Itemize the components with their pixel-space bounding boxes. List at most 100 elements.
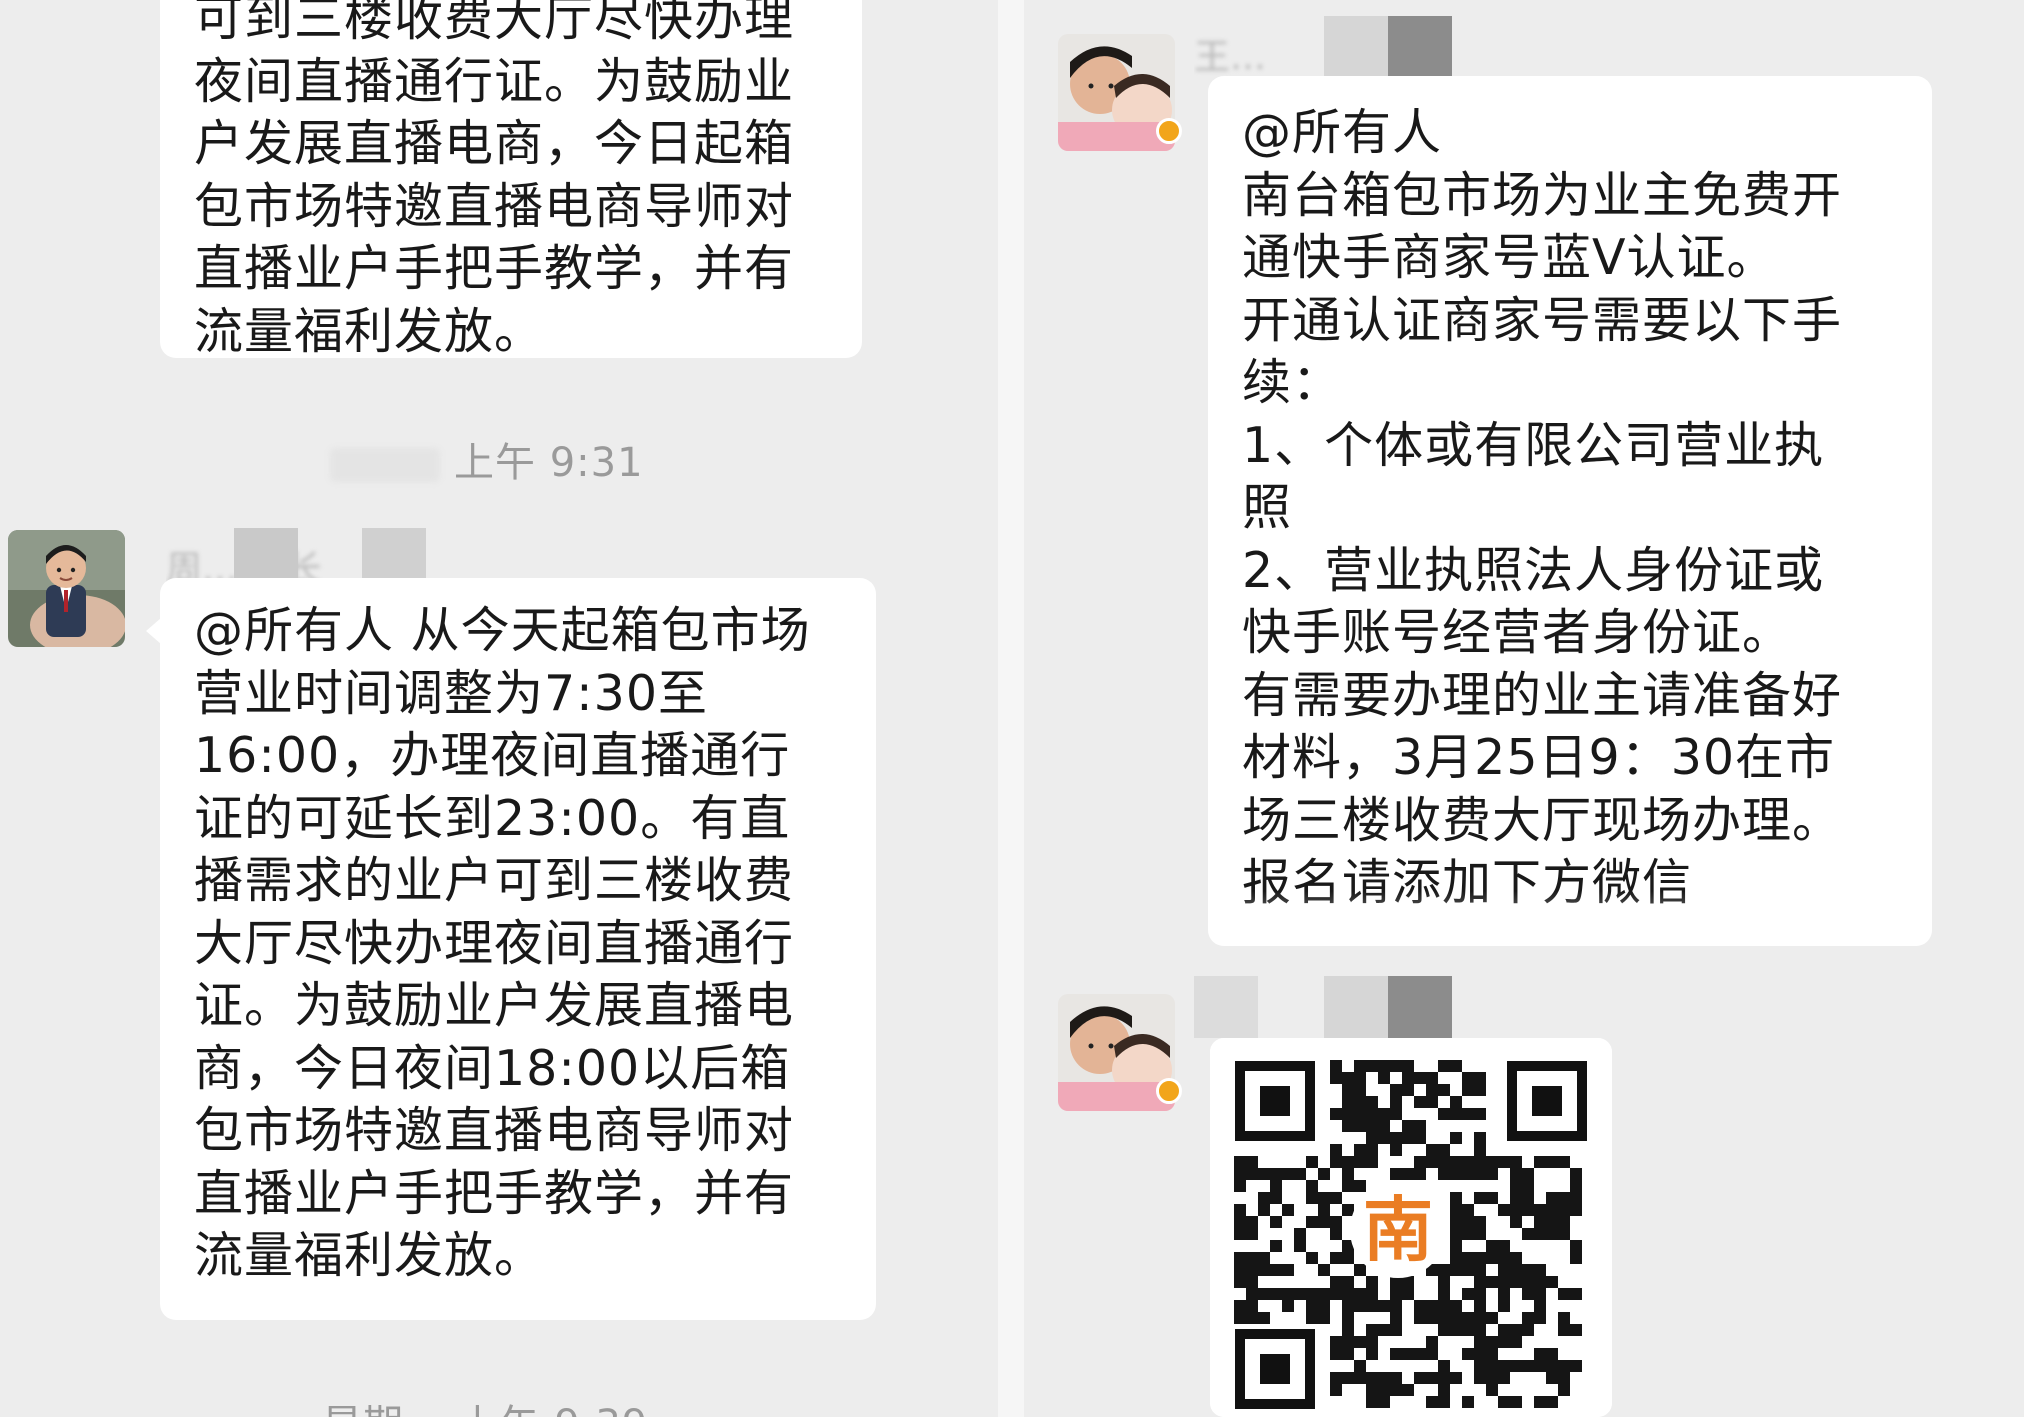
qr-module [1366, 1288, 1378, 1300]
avatar-sender-left[interactable] [8, 530, 125, 647]
qr-module [1390, 1084, 1402, 1096]
qr-module [1282, 1300, 1294, 1312]
qr-module [1246, 1156, 1258, 1168]
qr-module [1414, 1300, 1426, 1312]
qr-module [1450, 1312, 1462, 1324]
qr-module [1450, 1168, 1462, 1180]
qr-module [1366, 1372, 1378, 1384]
redaction-mosaic [1388, 976, 1452, 1038]
qr-module [1570, 1192, 1582, 1204]
message-line: 营业时间调整为7:30至 [194, 664, 709, 722]
qr-module [1366, 1336, 1378, 1348]
message-bubble-top[interactable]: 可到三楼收费大厅尽快办理 夜间直播通行证。为鼓励业 户发展直播电商，今日起箱 包市场特… [160, 0, 862, 360]
qr-module [1438, 1276, 1450, 1288]
qr-module [1426, 1312, 1438, 1324]
qr-module [1558, 1192, 1570, 1204]
qr-module [1366, 1276, 1378, 1288]
qr-module [1234, 1204, 1246, 1216]
qr-module [1258, 1252, 1270, 1264]
qr-module [1402, 1348, 1414, 1360]
qr-module [1402, 1084, 1414, 1096]
message-line: 大厅尽快办理夜间直播通行 [194, 914, 795, 972]
qr-module [1522, 1228, 1534, 1240]
qr-module [1354, 1144, 1366, 1156]
qr-module [1270, 1180, 1282, 1192]
qr-module [1426, 1396, 1438, 1408]
qr-module [1378, 1300, 1390, 1312]
timestamp-2-text: 星期… 上午 9:39 [322, 1402, 648, 1417]
qr-module [1402, 1120, 1414, 1132]
right-chat-panel[interactable]: 王… @所有人 南台箱包市场为业主免费开 通快手商家号蓝V认证。 开通认证商家号需要以… [1024, 0, 2024, 1417]
qr-module [1462, 1348, 1474, 1360]
qr-module [1486, 1240, 1498, 1252]
qr-module [1474, 1168, 1486, 1180]
qr-module [1438, 1144, 1450, 1156]
qr-module [1450, 1156, 1462, 1168]
qr-module [1570, 1324, 1582, 1336]
qr-module [1342, 1096, 1354, 1108]
qr-module [1342, 1180, 1354, 1192]
redaction-mosaic [1388, 16, 1452, 78]
qr-module [1534, 1288, 1546, 1300]
qr-module [1534, 1360, 1546, 1372]
qr-module [1282, 1168, 1294, 1180]
qr-module [1462, 1156, 1474, 1168]
qr-module [1462, 1324, 1474, 1336]
qr-module [1498, 1300, 1510, 1312]
qr-module [1462, 1084, 1474, 1096]
qr-module [1414, 1372, 1426, 1384]
qr-module [1462, 1072, 1474, 1084]
qr-module [1438, 1168, 1450, 1180]
message-bubble-main[interactable]: @所有人 从今天起箱包市场 营业时间调整为7:30至 16:00，办理夜间直播通行证… [146, 578, 876, 1320]
qr-module [1246, 1312, 1258, 1324]
qr-module [1390, 1096, 1402, 1108]
message-text-main: @所有人 从今天起箱包市场 营业时间调整为7:30至 16:00，办理夜间直播通行证… [194, 600, 811, 1288]
qr-module [1234, 1300, 1246, 1312]
message-bubble-right[interactable]: @所有人 南台箱包市场为业主免费开 通快手商家号蓝V认证。 开通认证商家号需要以下手续… [1208, 76, 1932, 946]
qr-module [1450, 1096, 1462, 1108]
qr-module [1378, 1060, 1390, 1072]
qr-module [1378, 1072, 1390, 1084]
qr-module [1234, 1312, 1246, 1324]
qr-module [1414, 1072, 1426, 1084]
qr-module [1426, 1096, 1438, 1108]
qr-module [1342, 1252, 1354, 1264]
qr-module [1510, 1360, 1522, 1372]
left-chat-panel[interactable]: 可到三楼收费大厅尽快办理 夜间直播通行证。为鼓励业 户发展直播电商，今日起箱 包市场特… [0, 0, 998, 1417]
qr-module [1474, 1288, 1486, 1300]
qr-module [1510, 1276, 1522, 1288]
qr-module [1282, 1288, 1294, 1300]
qr-module [1354, 1084, 1366, 1096]
qr-module [1390, 1168, 1402, 1180]
qr-module [1486, 1276, 1498, 1288]
qr-module [1354, 1060, 1366, 1072]
qr-module [1570, 1180, 1582, 1192]
qr-module [1474, 1312, 1486, 1324]
qr-module [1474, 1132, 1486, 1144]
qr-module [1474, 1360, 1486, 1372]
qr-module [1558, 1204, 1570, 1216]
qr-module [1306, 1300, 1318, 1312]
qr-module [1450, 1192, 1462, 1204]
qr-module [1342, 1336, 1354, 1348]
qr-module [1366, 1324, 1378, 1336]
qr-module [1438, 1156, 1450, 1168]
qr-module [1426, 1084, 1438, 1096]
qr-module [1366, 1396, 1378, 1408]
qr-module [1462, 1312, 1474, 1324]
qr-code-image-message[interactable]: 南 [1210, 1038, 1612, 1417]
qr-module [1402, 1288, 1414, 1300]
qr-module [1534, 1396, 1546, 1408]
qr-module [1450, 1324, 1462, 1336]
message-line: 户发展直播电商，今日起箱 [194, 115, 795, 172]
chat-screenshot-collage: 可到三楼收费大厅尽快办理 夜间直播通行证。为鼓励业 户发展直播电商，今日起箱 包市场特… [0, 0, 2024, 1417]
qr-module [1414, 1348, 1426, 1360]
qr-module [1546, 1228, 1558, 1240]
qr-module [1534, 1264, 1546, 1276]
timestamp-1: 上午 9:31 [330, 430, 644, 488]
qr-module [1246, 1252, 1258, 1264]
qr-module [1246, 1300, 1258, 1312]
qr-module [1342, 1348, 1354, 1360]
qr-module [1270, 1168, 1282, 1180]
message-line: 有需要办理的业主请准备好 [1242, 666, 1843, 724]
